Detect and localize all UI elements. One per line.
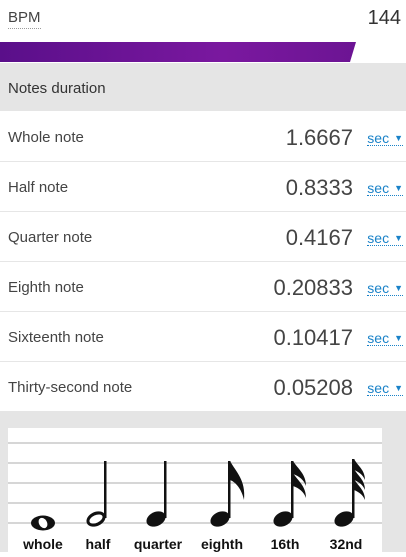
row-value: 0.05208 (273, 375, 353, 400)
eighth-note-icon (210, 461, 245, 527)
row-value: 0.10417 (273, 325, 353, 350)
note-values-image: whole note half note quarter note eighth… (8, 442, 382, 557)
caret-down-icon: ▼ (394, 383, 403, 393)
unit-select-label: sec (367, 130, 390, 146)
row-label: Sixteenth note (8, 329, 104, 346)
sixteenth-note-icon (273, 461, 306, 527)
unit-select[interactable]: sec ▼ (367, 181, 403, 196)
bpm-row: BPM 144 (0, 0, 406, 42)
row-value: 1.6667 (285, 125, 353, 150)
note-label-half: half (86, 536, 111, 552)
whole-note-icon (31, 515, 55, 531)
section-title: Notes duration (8, 80, 106, 97)
unit-select[interactable]: sec ▼ (367, 231, 403, 246)
bpm-value[interactable]: 144 (368, 7, 401, 30)
row-quarter-note: Quarter note 0.4167 sec ▼ (0, 212, 406, 262)
row-thirty-second-note: Thirty-second note 0.05208 sec ▼ (0, 362, 406, 412)
unit-select-label: sec (367, 180, 390, 196)
notes-illustration-area: whole note half note quarter note eighth… (0, 411, 406, 557)
note-label-eighth: eighth (201, 536, 243, 552)
unit-select[interactable]: sec ▼ (367, 331, 403, 346)
unit-select-label: sec (367, 280, 390, 296)
unit-select[interactable]: sec ▼ (367, 131, 403, 146)
caret-down-icon: ▼ (394, 333, 403, 343)
row-label: Half note (8, 179, 69, 196)
row-label: Quarter note (8, 229, 93, 246)
row-value: 0.20833 (273, 275, 353, 300)
thirty-second-note-icon (334, 459, 365, 527)
row-eighth-note: Eighth note 0.20833 sec ▼ (0, 262, 406, 312)
row-value: 0.8333 (285, 175, 353, 200)
caret-down-icon: ▼ (394, 233, 403, 243)
half-note-icon (86, 461, 107, 527)
row-value: 0.4167 (285, 225, 353, 250)
accent-bar (0, 42, 356, 62)
unit-select-label: sec (367, 330, 390, 346)
caret-down-icon: ▼ (394, 283, 403, 293)
unit-select[interactable]: sec ▼ (367, 281, 403, 296)
bpm-label: BPM (8, 9, 41, 29)
notes-illustration: whole note half note quarter note eighth… (8, 428, 382, 557)
caret-down-icon: ▼ (394, 183, 403, 193)
note-label-whole: whole (22, 536, 63, 552)
row-half-note: Half note 0.8333 sec ▼ (0, 162, 406, 212)
row-whole-note: Whole note 1.6667 sec ▼ (0, 112, 406, 162)
row-label: Eighth note (8, 279, 84, 296)
row-sixteenth-note: Sixteenth note 0.10417 sec ▼ (0, 312, 406, 362)
caret-down-icon: ▼ (394, 133, 403, 143)
note-label-16th: 16th (271, 536, 300, 552)
row-label: Whole note (8, 129, 84, 146)
note-label-32nd: 32nd (330, 536, 363, 552)
row-label: Thirty-second note (8, 379, 133, 396)
staff-lines (8, 442, 382, 524)
unit-select-label: sec (367, 230, 390, 246)
quarter-note-icon (146, 461, 167, 527)
unit-select-label: sec (367, 380, 390, 396)
note-label-quarter: quarter (134, 536, 183, 552)
unit-select[interactable]: sec ▼ (367, 381, 403, 396)
section-header: Notes duration (0, 63, 406, 111)
